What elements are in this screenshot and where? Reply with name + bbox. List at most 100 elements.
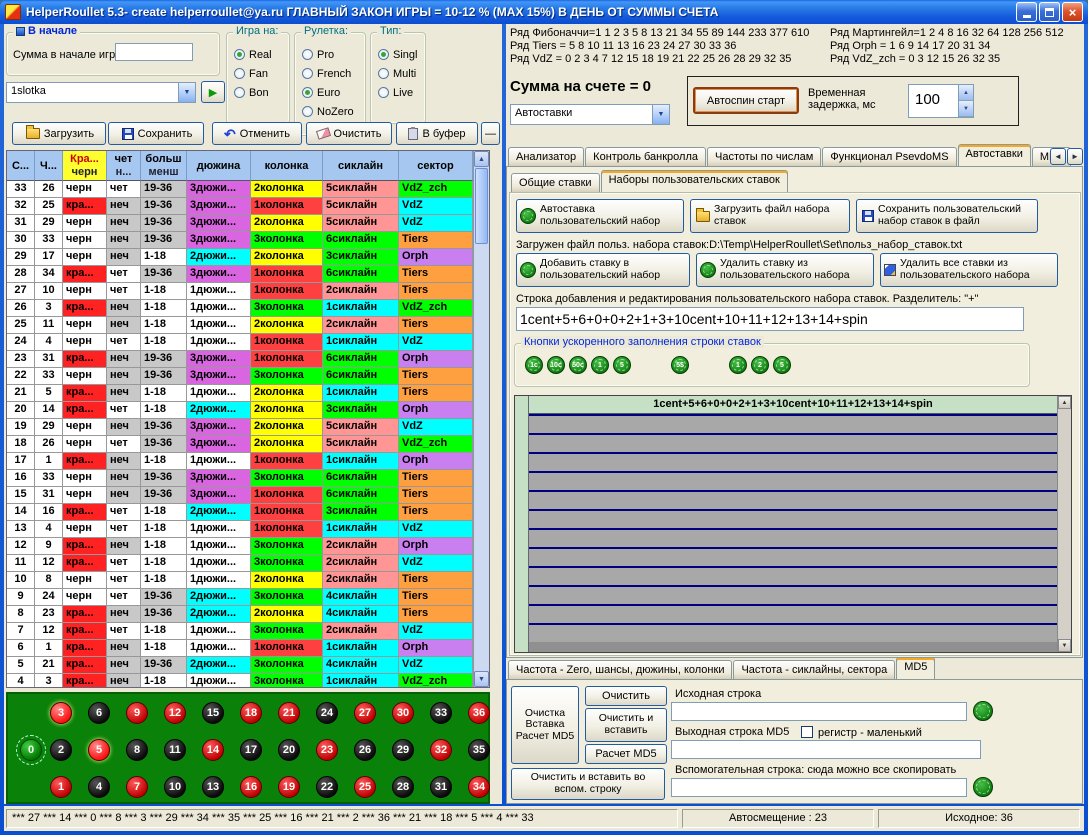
- board-number-8[interactable]: 8: [126, 739, 148, 761]
- spin-up-icon[interactable]: ▲: [959, 85, 973, 101]
- bet-grid-row[interactable]: [529, 566, 1057, 585]
- chevron-down-icon[interactable]: ▼: [652, 105, 669, 124]
- board-number-30[interactable]: 30: [392, 702, 414, 724]
- board-number-0[interactable]: 0: [20, 739, 42, 761]
- bet-grid-row[interactable]: [529, 547, 1057, 566]
- bet-grid-row[interactable]: [529, 433, 1057, 452]
- board-number-6[interactable]: 6: [88, 702, 110, 724]
- table-row[interactable]: 61кра...неч1-181дюжи...1колонка1сиклайнO…: [7, 640, 473, 657]
- bet-grid-row[interactable]: [529, 509, 1057, 528]
- source-string-input[interactable]: [671, 702, 967, 721]
- radio-option-Singl[interactable]: Singl: [371, 45, 425, 64]
- board-number-13[interactable]: 13: [202, 776, 224, 798]
- table-row[interactable]: 521кра...неч19-362дюжи...3колонка4сиклай…: [7, 657, 473, 674]
- table-row[interactable]: 108чернчет1-181дюжи...2колонка2сиклайнTi…: [7, 572, 473, 589]
- table-row[interactable]: 823кра...неч19-362дюжи...2колонка4сиклай…: [7, 606, 473, 623]
- table-row[interactable]: 2331кра...неч19-363дюжи...1колонка6сикла…: [7, 351, 473, 368]
- md5-output-input[interactable]: [671, 740, 981, 759]
- table-row[interactable]: 1112кра...чет1-181дюжи...3колонка2сиклай…: [7, 555, 473, 572]
- chip-button[interactable]: 1c: [525, 356, 543, 374]
- board-number-22[interactable]: 22: [316, 776, 338, 798]
- board-number-2[interactable]: 2: [50, 739, 72, 761]
- bet-grid-scrollbar[interactable]: ▲ ▼: [1057, 396, 1071, 652]
- mode-combobox[interactable]: Автоставки ▼: [510, 104, 670, 125]
- table-row[interactable]: 129кра...неч1-181дюжи...3колонка2сиклайн…: [7, 538, 473, 555]
- main-tab-4[interactable]: Автоставки: [958, 144, 1031, 166]
- save-bets-file-button[interactable]: Сохранить пользовательский набор ставок …: [856, 199, 1038, 233]
- radio-option-NoZero[interactable]: NoZero: [295, 102, 365, 121]
- table-row[interactable]: 244чернчет1-181дюжи...1колонка1сиклайнVd…: [7, 334, 473, 351]
- helper-string-input[interactable]: [671, 778, 967, 797]
- board-number-1[interactable]: 1: [50, 776, 72, 798]
- table-row[interactable]: 215кра...неч1-181дюжи...2колонка1сиклайн…: [7, 385, 473, 402]
- board-number-4[interactable]: 4: [88, 776, 110, 798]
- load-bets-file-button[interactable]: Загрузить файл набора ставок: [690, 199, 850, 233]
- board-number-36[interactable]: 36: [468, 702, 490, 724]
- board-number-14[interactable]: 14: [202, 739, 224, 761]
- chip-button[interactable]: 2: [751, 356, 769, 374]
- board-number-19[interactable]: 19: [278, 776, 300, 798]
- sub-tab-1[interactable]: Наборы пользовательских ставок: [601, 170, 788, 192]
- scroll-up-icon[interactable]: ▲: [474, 151, 489, 167]
- load-button[interactable]: Загрузить: [12, 122, 106, 145]
- table-row[interactable]: 2511черннеч1-181дюжи...2колонка2сиклайнT…: [7, 317, 473, 334]
- md5-clear-paste-button[interactable]: Очистить и вставить: [585, 708, 667, 742]
- board-number-15[interactable]: 15: [202, 702, 224, 724]
- board-number-28[interactable]: 28: [392, 776, 414, 798]
- table-scrollbar[interactable]: ▲ ▼: [473, 151, 489, 687]
- table-row[interactable]: 924чернчет19-362дюжи...3колонка4сиклайнT…: [7, 589, 473, 606]
- board-number-9[interactable]: 9: [126, 702, 148, 724]
- board-number-31[interactable]: 31: [430, 776, 452, 798]
- chip-button[interactable]: 10c: [547, 356, 565, 374]
- delay-value[interactable]: 100: [909, 85, 958, 117]
- scrollbar-thumb[interactable]: [475, 168, 488, 244]
- board-number-23[interactable]: 23: [316, 739, 338, 761]
- radio-option-Real[interactable]: Real: [227, 45, 289, 64]
- board-number-32[interactable]: 32: [430, 739, 452, 761]
- board-number-34[interactable]: 34: [468, 776, 490, 798]
- minimize-button[interactable]: [1016, 2, 1037, 22]
- table-row[interactable]: 43кра...неч1-181дюжи...3колонка1сиклайнV…: [7, 674, 473, 687]
- chip-button[interactable]: 5$: [671, 356, 689, 374]
- md5-master-button[interactable]: Очистка Вставка Расчет MD5: [511, 686, 579, 764]
- remove-all-bets-button[interactable]: Удалить все ставки из пользовательского …: [880, 253, 1058, 287]
- chip-button[interactable]: 5: [773, 356, 791, 374]
- table-row[interactable]: 2710чернчет1-181дюжи...1колонка2сиклайнT…: [7, 283, 473, 300]
- scroll-up-icon[interactable]: ▲: [1058, 396, 1071, 409]
- board-number-7[interactable]: 7: [126, 776, 148, 798]
- remove-bet-button[interactable]: Удалить ставку из пользовательского набо…: [696, 253, 874, 287]
- autobet-custom-button[interactable]: Автоставка пользовательский набор: [516, 199, 684, 233]
- bet-grid-row[interactable]: [529, 623, 1057, 642]
- play-button[interactable]: ▶: [201, 81, 225, 103]
- bottom-tab-2[interactable]: MD5: [896, 657, 935, 679]
- board-number-12[interactable]: 12: [164, 702, 186, 724]
- board-number-16[interactable]: 16: [240, 776, 262, 798]
- board-number-26[interactable]: 26: [354, 739, 376, 761]
- radio-option-Pro[interactable]: Pro: [295, 45, 365, 64]
- slot-combobox[interactable]: 1slotka ▼: [6, 82, 196, 103]
- board-number-29[interactable]: 29: [392, 739, 414, 761]
- radio-option-Multi[interactable]: Multi: [371, 64, 425, 83]
- main-tab-0[interactable]: Анализатор: [508, 147, 584, 166]
- board-number-35[interactable]: 35: [468, 739, 490, 761]
- board-number-27[interactable]: 27: [354, 702, 376, 724]
- table-row[interactable]: 1416кра...чет1-182дюжи...1колонка3сиклай…: [7, 504, 473, 521]
- table-row[interactable]: 3129черннеч19-363дюжи...2колонка5сиклайн…: [7, 215, 473, 232]
- table-row[interactable]: 2014кра...чет1-182дюжи...2колонка3сиклай…: [7, 402, 473, 419]
- board-number-24[interactable]: 24: [316, 702, 338, 724]
- radio-option-French[interactable]: French: [295, 64, 365, 83]
- radio-option-Euro[interactable]: Euro: [295, 83, 365, 102]
- chevron-down-icon[interactable]: ▼: [178, 83, 195, 102]
- tabs-scroll-right[interactable]: ►: [1067, 148, 1083, 165]
- md5-clear-button[interactable]: Очистить: [585, 686, 667, 706]
- clear-button[interactable]: Очистить: [306, 122, 392, 145]
- paste-helper-button[interactable]: Очистить и вставить во вспом. строку: [511, 768, 665, 800]
- bet-grid-row[interactable]: [529, 604, 1057, 623]
- table-row[interactable]: 1826чернчет19-363дюжи...2колонка5сиклайн…: [7, 436, 473, 453]
- chip-button[interactable]: 1: [729, 356, 747, 374]
- bet-grid-row[interactable]: [529, 414, 1057, 433]
- table-row[interactable]: 712кра...чет1-181дюжи...3колонка2сиклайн…: [7, 623, 473, 640]
- board-number-11[interactable]: 11: [164, 739, 186, 761]
- bet-grid-row[interactable]: [529, 528, 1057, 547]
- undo-button[interactable]: ↶Отменить: [212, 122, 302, 145]
